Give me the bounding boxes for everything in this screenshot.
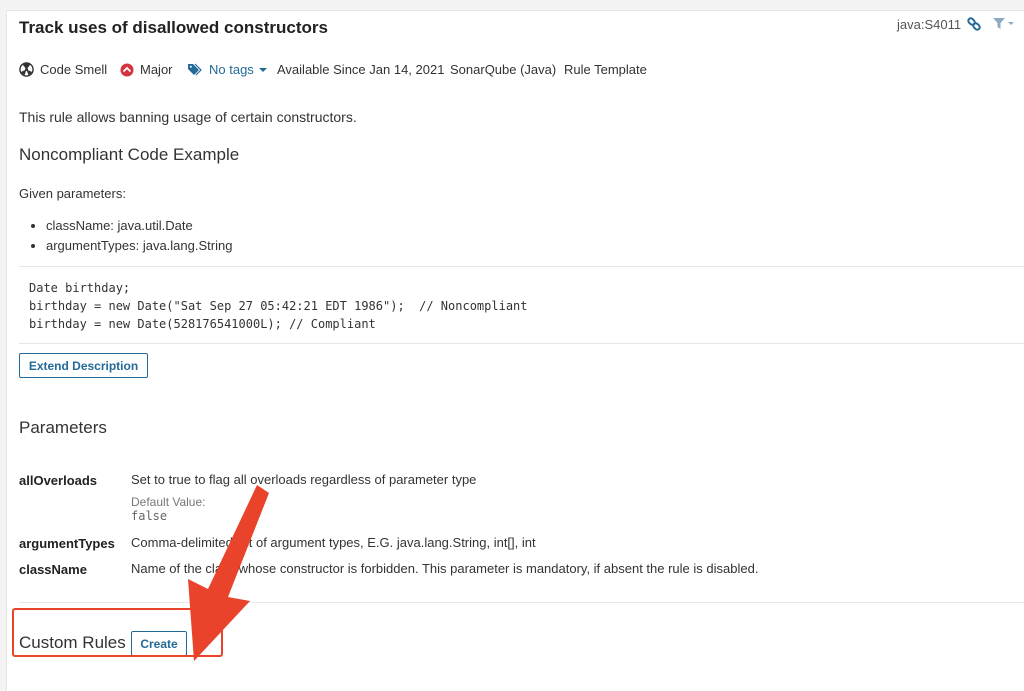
rule-title: Track uses of disallowed constructors xyxy=(19,18,328,37)
filter-icon[interactable] xyxy=(992,17,1016,31)
code-smell-icon xyxy=(19,62,34,77)
param-name-argumenttypes: argumentTypes xyxy=(19,536,115,551)
rule-severity: Major xyxy=(120,62,173,77)
given-parameters-list: className: java.util.Date argumentTypes:… xyxy=(19,216,232,255)
list-item: className: java.util.Date xyxy=(46,216,232,236)
code-line: Date birthday; xyxy=(29,281,131,295)
code-line: birthday = new Date("Sat Sep 27 05:42:21… xyxy=(29,299,528,313)
divider xyxy=(19,266,1024,267)
code-example: Date birthday; birthday = new Date("Sat … xyxy=(29,279,528,333)
parameters-heading: Parameters xyxy=(19,418,107,437)
tags-label: No tags xyxy=(209,62,254,77)
chevron-down-icon xyxy=(258,67,267,72)
rule-repository: SonarQube (Java) xyxy=(450,62,557,77)
param-name-alloverloads: allOverloads xyxy=(19,473,98,488)
tags-dropdown[interactable]: No tags xyxy=(187,62,268,77)
divider xyxy=(19,343,1024,344)
tag-icon xyxy=(188,63,202,75)
rule-type-label: Code Smell xyxy=(40,62,108,77)
given-parameters-text: Given parameters: xyxy=(19,186,126,201)
rule-type: Code Smell xyxy=(19,62,107,77)
rule-template-label: Rule Template xyxy=(564,62,647,77)
rule-key: java:S4011 xyxy=(897,17,962,32)
major-severity-icon xyxy=(120,63,134,76)
default-value: false xyxy=(131,509,168,523)
code-line: birthday = new Date(528176541000L); // C… xyxy=(29,317,376,331)
permalink-icon[interactable] xyxy=(966,16,982,32)
list-item: argumentTypes: java.lang.String xyxy=(46,236,232,256)
annotation-arrow-icon xyxy=(188,485,269,661)
extend-description-button[interactable]: Extend Description xyxy=(19,353,148,378)
noncompliant-heading: Noncompliant Code Example xyxy=(19,145,240,164)
rule-description: This rule allows banning usage of certai… xyxy=(19,109,357,125)
rule-severity-label: Major xyxy=(140,62,173,77)
param-name-classname: className xyxy=(19,562,87,577)
available-since: Available Since Jan 14, 2021 xyxy=(277,62,445,77)
